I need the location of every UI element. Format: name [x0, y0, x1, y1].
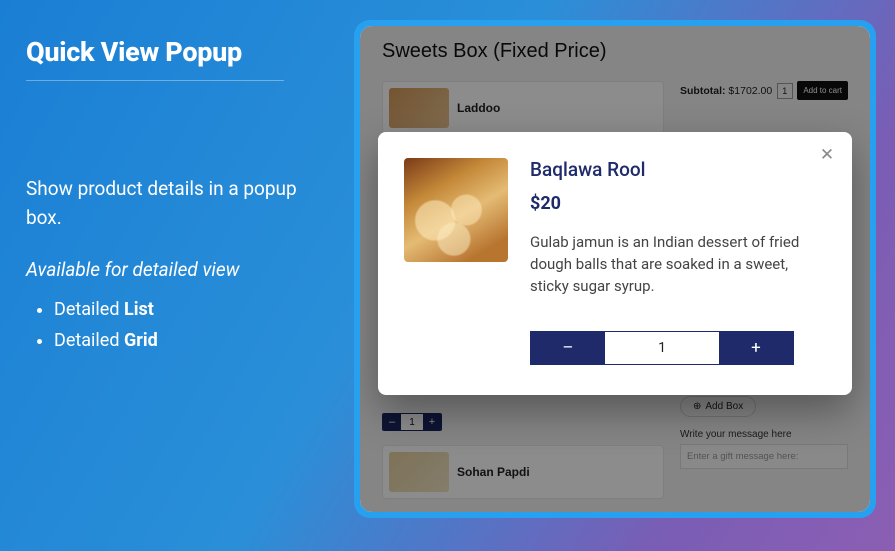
description-text: Show product details in a popup box. [26, 175, 336, 232]
close-button[interactable]: ✕ [818, 146, 836, 164]
close-icon: ✕ [820, 147, 834, 164]
subheading: Available for detailed view [26, 258, 336, 281]
quantity-stepper: – 1 + [530, 331, 794, 365]
decrement-button[interactable]: – [531, 332, 605, 364]
product-image [404, 158, 508, 262]
demo-panel: Sweets Box (Fixed Price) Laddoo – 1 [354, 20, 876, 518]
quick-view-popup: ✕ Baqlawa Rool $20 Gulab jamun is an Ind… [378, 132, 852, 395]
increment-button[interactable]: + [719, 332, 793, 364]
product-description: Gulab jamun is an Indian dessert of frie… [530, 232, 820, 297]
page-title: Quick View Popup [26, 36, 336, 68]
list-item: Detailed Grid [54, 326, 336, 357]
product-title: Baqlawa Rool [530, 158, 824, 181]
title-underline [26, 80, 284, 81]
bullet-list: Detailed List Detailed Grid [26, 295, 336, 356]
product-price: $20 [530, 193, 824, 214]
quantity-value: 1 [605, 332, 719, 364]
list-item: Detailed List [54, 295, 336, 326]
